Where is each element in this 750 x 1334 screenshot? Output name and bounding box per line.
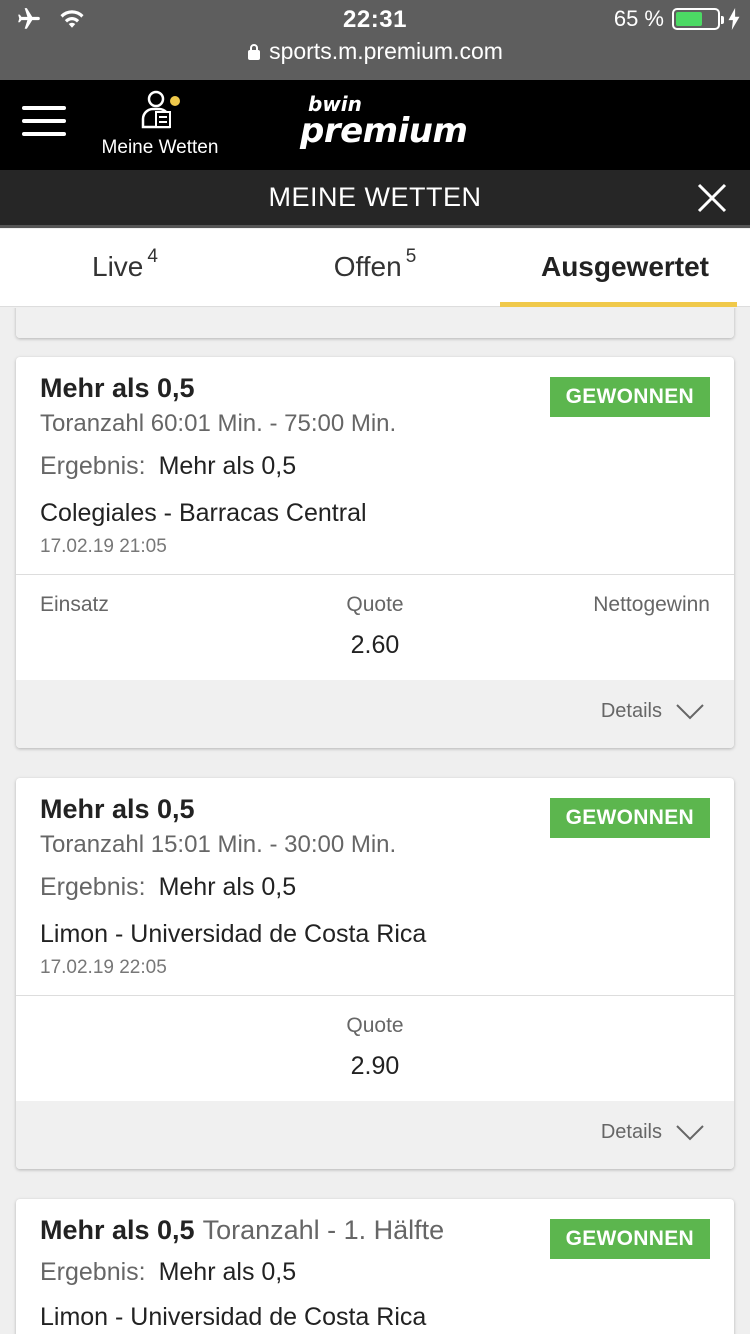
tab-live[interactable]: Live 4 xyxy=(0,229,250,306)
close-icon[interactable] xyxy=(696,182,728,214)
bet-result: Ergebnis: Mehr als 0,5 xyxy=(40,873,710,902)
status-icons-right: 65 % xyxy=(614,6,740,32)
chevron-down-icon xyxy=(676,703,704,719)
odds-value: 2.60 xyxy=(350,631,400,659)
bet-result: Ergebnis: Mehr als 0,5 xyxy=(40,1258,710,1287)
stake-row: Einsatz Quote 2.60 Nettogewinn xyxy=(16,574,734,680)
result-label: Ergebnis: xyxy=(40,452,146,480)
menu-button[interactable] xyxy=(22,106,66,136)
tab-offen[interactable]: Offen 5 xyxy=(250,229,500,306)
odds-column: Quote 2.90 xyxy=(16,1014,734,1081)
app-header: Meine Wetten bwin premium xyxy=(0,80,750,170)
chevron-down-icon xyxy=(676,1124,704,1140)
details-button[interactable]: Details xyxy=(601,700,704,723)
menu-icon-line xyxy=(22,119,66,123)
my-bets-label: Meine Wetten xyxy=(101,137,219,158)
bet-market-inline: Toranzahl - 1. Hälfte xyxy=(202,1215,445,1245)
battery-percent: 65 % xyxy=(613,6,664,31)
bet-title-text: Mehr als 0,5 xyxy=(40,1215,195,1245)
bet-card-header: Mehr als 0,5 GEWONNEN Toranzahl 15:01 Mi… xyxy=(16,778,734,995)
match-name: Colegiales - Barracas Central xyxy=(40,499,367,527)
tab-live-count: 4 xyxy=(147,246,158,267)
bet-card: Mehr als 0,5 GEWONNEN Toranzahl 60:01 Mi… xyxy=(16,357,734,748)
result-value: Mehr als 0,5 xyxy=(158,1258,297,1286)
section-title: MEINE WETTEN xyxy=(268,182,482,212)
tab-offen-count: 5 xyxy=(405,246,417,267)
status-badge: GEWONNEN xyxy=(549,1219,710,1259)
details-row: Details xyxy=(16,1101,734,1169)
bwin-premium-logo[interactable]: bwin premium xyxy=(300,94,468,151)
tab-ausgewertet[interactable]: Ausgewertet xyxy=(500,229,750,307)
match-date: 17.02.19 21:05 xyxy=(40,536,167,557)
battery-icon xyxy=(672,8,724,30)
bet-card-header: Mehr als 0,5 Toranzahl - 1. Hälfte GEWONN… xyxy=(16,1199,734,1332)
status-bar: 22:31 65 % sports.m.premium.com xyxy=(0,0,750,80)
odds-value: 2.90 xyxy=(350,1052,400,1080)
net-win-label: Nettogewinn xyxy=(593,593,710,616)
match-name: Limon - Universidad de Costa Rica xyxy=(40,920,427,948)
tab-live-label: Live xyxy=(92,251,144,282)
details-row xyxy=(16,308,734,338)
bet-list[interactable]: Mehr als 0,5 GEWONNEN Toranzahl 60:01 Mi… xyxy=(0,308,750,1334)
bet-card: Mehr als 0,5 Toranzahl - 1. Hälfte GEWONN… xyxy=(16,1199,734,1334)
tab-offen-label: Offen xyxy=(333,251,402,282)
match-name: Limon - Universidad de Costa Rica xyxy=(40,1303,427,1331)
tab-ausgewertet-label: Ausgewertet xyxy=(540,251,710,282)
result-label: Ergebnis: xyxy=(40,873,146,901)
my-bets-button[interactable]: Meine Wetten xyxy=(100,90,220,159)
menu-icon xyxy=(22,106,66,110)
status-badge: GEWONNEN xyxy=(549,377,710,417)
match-date: 17.02.19 22:05 xyxy=(40,957,167,978)
bet-card: Mehr als 0,5 GEWONNEN Toranzahl 15:01 Mi… xyxy=(16,778,734,1169)
address-bar[interactable]: sports.m.premium.com xyxy=(0,38,750,65)
stake-row: Quote 2.90 xyxy=(16,995,734,1101)
logo-premium-text: premium xyxy=(300,111,468,151)
status-badge: GEWONNEN xyxy=(549,798,710,838)
lock-icon xyxy=(248,43,261,60)
section-header: MEINE WETTEN xyxy=(0,170,750,228)
charging-icon xyxy=(728,8,740,30)
result-value: Mehr als 0,5 xyxy=(158,873,297,901)
bet-card-partial xyxy=(16,308,734,338)
result-value: Mehr als 0,5 xyxy=(158,452,297,480)
url-text: sports.m.premium.com xyxy=(269,38,503,64)
result-label: Ergebnis: xyxy=(40,1258,146,1286)
odds-label: Quote xyxy=(346,1014,404,1037)
bet-result: Ergebnis: Mehr als 0,5 xyxy=(40,452,710,481)
details-label: Details xyxy=(600,700,662,722)
bet-card-header: Mehr als 0,5 GEWONNEN Toranzahl 60:01 Mi… xyxy=(16,357,734,574)
user-bets-icon xyxy=(141,90,180,129)
battery-level xyxy=(676,12,702,26)
menu-icon-line xyxy=(22,132,66,136)
details-label: Details xyxy=(600,1121,662,1143)
details-button[interactable]: Details xyxy=(601,1121,704,1144)
details-row: Details xyxy=(16,680,734,748)
bet-tabs: Live 4 Offen 5 Ausgewertet xyxy=(0,229,750,307)
